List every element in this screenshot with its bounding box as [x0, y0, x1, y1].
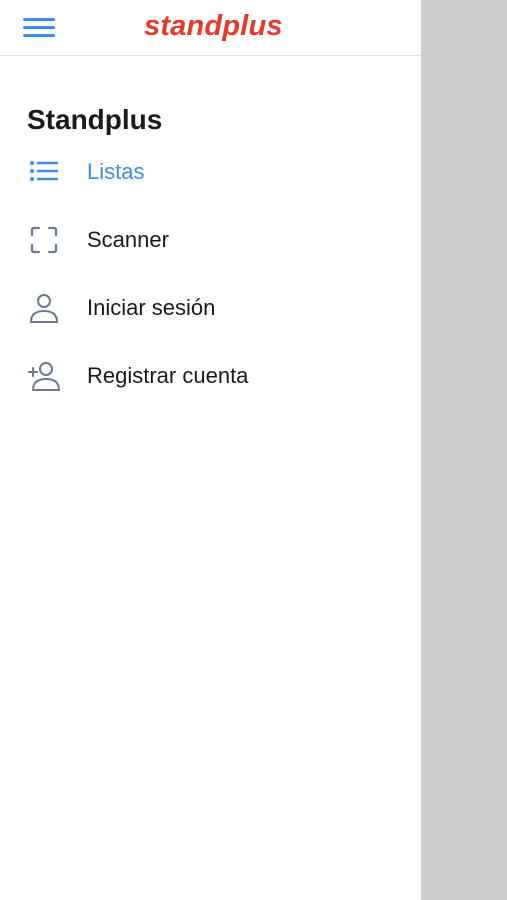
drawer-menu: Listas Scanner Iniciar sesión Registrar …: [0, 138, 421, 410]
menu-item-label: Scanner: [87, 227, 169, 252]
list-icon: [28, 156, 60, 188]
menu-item-scanner[interactable]: Scanner: [0, 206, 421, 274]
hamburger-line: [23, 26, 55, 29]
hamburger-line: [23, 34, 55, 37]
menu-item-login[interactable]: Iniciar sesión: [0, 274, 421, 342]
menu-item-label: Iniciar sesión: [87, 295, 216, 320]
navigation-drawer: standplus Standplus Listas Scanner Inici…: [0, 0, 421, 900]
menu-item-label: Registrar cuenta: [87, 363, 249, 388]
menu-item-listas[interactable]: Listas: [0, 138, 421, 206]
top-bar: standplus: [0, 0, 421, 56]
standplus-logo[interactable]: standplus: [144, 10, 283, 43]
add-user-icon: [28, 360, 60, 392]
scan-frame-icon: [28, 224, 60, 256]
drawer-scrim[interactable]: [421, 0, 507, 900]
menu-item-label: Listas: [87, 159, 145, 184]
menu-item-register[interactable]: Registrar cuenta: [0, 342, 421, 410]
user-icon: [28, 292, 60, 324]
drawer-title: Standplus: [27, 104, 163, 135]
hamburger-menu-icon[interactable]: [23, 16, 55, 38]
hamburger-line: [23, 18, 55, 21]
